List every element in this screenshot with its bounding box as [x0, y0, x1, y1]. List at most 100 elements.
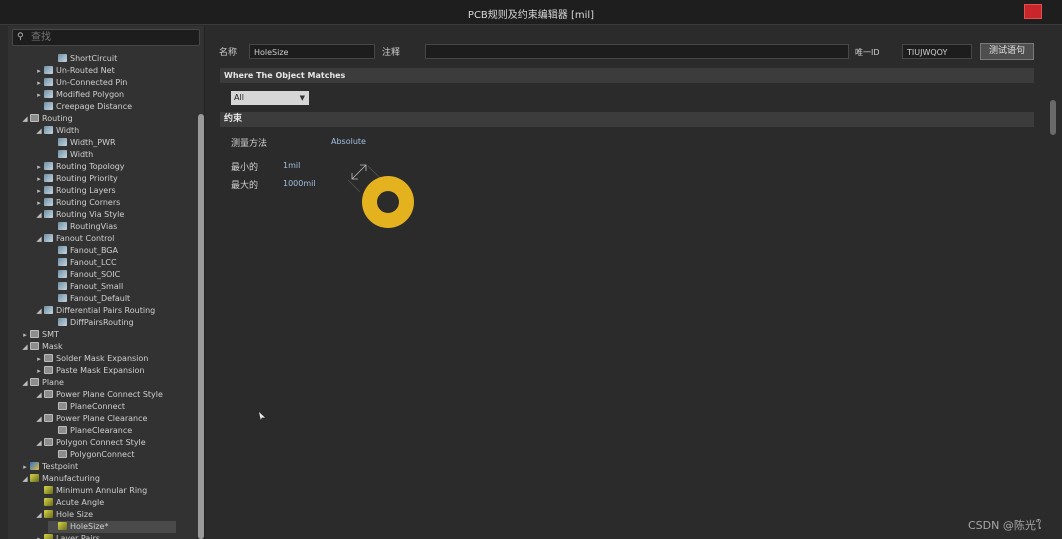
tree-item[interactable]: ◢ Polygon Connect Style: [34, 437, 146, 449]
tree-item[interactable]: Fanout_Default: [48, 293, 130, 305]
tree-item[interactable]: ▸ Un-Connected Pin: [34, 77, 127, 89]
expand-arrow-icon[interactable]: ◢: [34, 233, 44, 245]
manufacturing-icon: [30, 474, 39, 482]
plane-icon: [58, 402, 67, 410]
plane-icon: [58, 450, 67, 458]
tree-item[interactable]: ◢ Mask: [20, 341, 63, 353]
tree-item-label: Paste Mask Expansion: [56, 366, 145, 375]
tree-item[interactable]: Width_PWR: [48, 137, 116, 149]
tree-item[interactable]: Width: [48, 149, 93, 161]
expand-arrow-icon[interactable]: ▸: [34, 353, 44, 365]
tree-item[interactable]: Creepage Distance: [34, 101, 132, 113]
rule-icon: [44, 174, 53, 182]
tree-item[interactable]: ▸ Routing Corners: [34, 197, 120, 209]
tree-item[interactable]: ▸ Routing Priority: [34, 173, 118, 185]
tree-item[interactable]: ▸ Paste Mask Expansion: [34, 365, 144, 377]
mask-icon: [44, 366, 53, 374]
tree-item-selected[interactable]: HoleSize*: [48, 521, 176, 533]
expand-arrow-icon[interactable]: ▸: [34, 65, 44, 77]
search-input[interactable]: [31, 30, 191, 45]
expand-arrow-icon[interactable]: ◢: [34, 437, 44, 449]
tree-item[interactable]: Minimum Annular Ring: [34, 485, 147, 497]
expand-arrow-icon[interactable]: ▸: [34, 533, 44, 539]
tree-item[interactable]: ▸ Routing Topology: [34, 161, 125, 173]
close-button[interactable]: [1024, 4, 1042, 19]
tree-item[interactable]: ▸ SMT: [20, 329, 59, 341]
uid-label: 唯一ID: [855, 48, 880, 57]
chevron-down-icon: ▼: [299, 94, 305, 102]
tree-item-label: Creepage Distance: [56, 102, 133, 111]
expand-arrow-icon[interactable]: ▸: [20, 461, 30, 473]
expand-arrow-icon[interactable]: ◢: [20, 473, 30, 485]
tree-item-label: SMT: [42, 330, 59, 339]
comment-field[interactable]: [425, 44, 849, 59]
tree-item[interactable]: ▸ Solder Mask Expansion: [34, 353, 148, 365]
mask-icon: [44, 354, 53, 362]
test-query-button[interactable]: 测试语句: [980, 43, 1034, 60]
tree-item[interactable]: ▸ Modified Polygon: [34, 89, 124, 101]
rule-icon: [58, 318, 67, 326]
tree-item[interactable]: ◢ Width: [34, 125, 79, 137]
tree-item[interactable]: DiffPairsRouting: [48, 317, 134, 329]
tree-item[interactable]: PolygonConnect: [48, 449, 135, 461]
expand-arrow-icon[interactable]: ◢: [34, 125, 44, 137]
tree-item-label: Un-Routed Net: [56, 66, 115, 75]
expand-arrow-icon[interactable]: ◢: [34, 209, 44, 221]
tree-item[interactable]: ▸ Testpoint: [20, 461, 78, 473]
tree-item[interactable]: ◢ Differential Pairs Routing: [34, 305, 155, 317]
tree-item[interactable]: ◢ Routing Via Style: [34, 209, 124, 221]
expand-arrow-icon[interactable]: ▸: [20, 329, 30, 341]
expand-arrow-icon[interactable]: ▸: [34, 197, 44, 209]
uid-field[interactable]: TIUJWQOY: [902, 44, 972, 59]
expand-arrow-icon[interactable]: ▸: [34, 89, 44, 101]
tree-item[interactable]: PlaneClearance: [48, 425, 132, 437]
search-box[interactable]: ⚲: [12, 29, 200, 46]
extension-line: [367, 165, 381, 179]
tree-item[interactable]: ◢ Fanout Control: [34, 233, 114, 245]
tree-item[interactable]: ◢ Power Plane Clearance: [34, 413, 147, 425]
manufacturing-icon: [44, 498, 53, 506]
expand-arrow-icon[interactable]: ▸: [34, 161, 44, 173]
expand-arrow-icon[interactable]: ◢: [20, 113, 30, 125]
expand-arrow-icon[interactable]: ◢: [34, 413, 44, 425]
testpoint-icon: [30, 462, 39, 470]
tree-item[interactable]: Fanout_BGA: [48, 245, 118, 257]
scope-select[interactable]: All ▼: [231, 91, 309, 105]
expand-arrow-icon[interactable]: ▸: [34, 77, 44, 89]
tree-item-label: Fanout_Default: [70, 294, 131, 303]
tree-item[interactable]: ◢ Power Plane Connect Style: [34, 389, 163, 401]
tree-item[interactable]: ▸ Routing Layers: [34, 185, 116, 197]
min-value[interactable]: 1mil: [283, 161, 300, 170]
expand-arrow-icon[interactable]: ▸: [34, 173, 44, 185]
title-bar: PCB规则及约束编辑器 [mil]: [0, 0, 1062, 25]
expand-arrow-icon[interactable]: ◢: [20, 341, 30, 353]
tree-item[interactable]: ShortCircuit: [48, 53, 117, 65]
tree-item[interactable]: ◢ Routing: [20, 113, 73, 125]
tree-item[interactable]: Fanout_Small: [48, 281, 123, 293]
tree-scrollbar[interactable]: [198, 114, 204, 539]
expand-arrow-icon[interactable]: ◢: [34, 305, 44, 317]
tree-item[interactable]: Fanout_LCC: [48, 257, 117, 269]
tree-item[interactable]: ◢ Hole Size: [34, 509, 93, 521]
tree-item[interactable]: Fanout_SOIC: [48, 269, 120, 281]
expand-arrow-icon[interactable]: ▸: [34, 185, 44, 197]
expand-arrow-icon[interactable]: ◢: [20, 377, 30, 389]
tree-item[interactable]: ◢ Manufacturing: [20, 473, 100, 485]
tree-item[interactable]: ◢ Plane: [20, 377, 64, 389]
where-object-matches-header: Where The Object Matches: [220, 68, 1034, 83]
scope-select-value: All: [234, 93, 244, 102]
tree-item[interactable]: RoutingVias: [48, 221, 117, 233]
right-scrollbar[interactable]: [1050, 100, 1056, 135]
rule-icon: [44, 66, 53, 74]
tree-item[interactable]: PlaneConnect: [48, 401, 125, 413]
name-field[interactable]: HoleSize: [249, 44, 375, 59]
tree-item[interactable]: Acute Angle: [34, 497, 104, 509]
expand-arrow-icon[interactable]: ◢: [34, 509, 44, 521]
expand-arrow-icon[interactable]: ▸: [34, 365, 44, 377]
measure-method-value[interactable]: Absolute: [331, 137, 366, 146]
tree-item[interactable]: ▸ Layer Pairs: [34, 533, 100, 539]
tree-item[interactable]: ▸ Un-Routed Net: [34, 65, 115, 77]
expand-arrow-icon[interactable]: ◢: [34, 389, 44, 401]
tree-item-label: Differential Pairs Routing: [56, 306, 156, 315]
max-value[interactable]: 1000mil: [283, 179, 316, 188]
